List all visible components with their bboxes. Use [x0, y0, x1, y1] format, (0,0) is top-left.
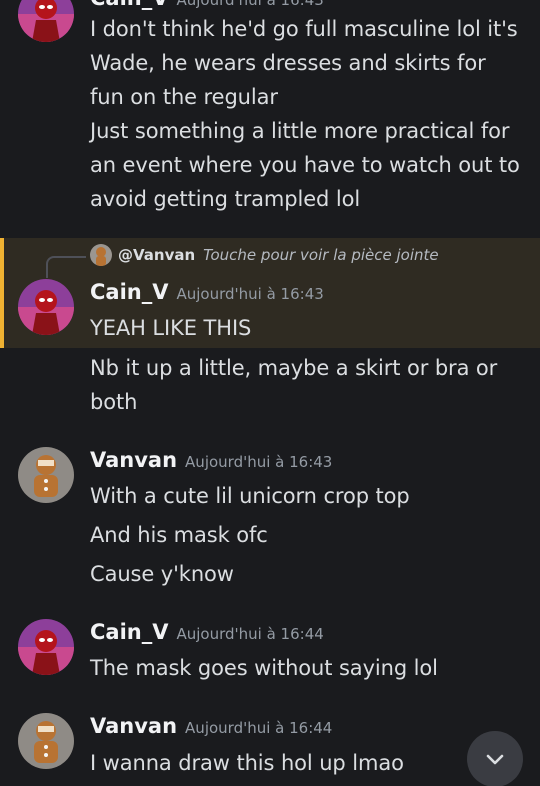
jump-to-latest-button[interactable] [467, 731, 523, 786]
message-line[interactable]: I wanna draw this hol up lmao [90, 746, 404, 780]
message-line[interactable]: YEAH LIKE THIS [90, 311, 251, 345]
message-header: Cain_V Aujourd'hui à 16:43 [90, 0, 324, 12]
username[interactable]: Vanvan [90, 714, 177, 738]
message-line[interactable]: And his mask ofc [90, 518, 268, 552]
avatar-cain[interactable] [18, 619, 74, 675]
message-line[interactable]: an event where you have to watch out to [90, 148, 530, 182]
gingerbread-avatar-icon [18, 713, 74, 769]
message-header: Cain_V Aujourd'hui à 16:43 [90, 280, 324, 304]
timestamp: Aujourd'hui à 16:43 [176, 285, 324, 303]
message-header: Cain_V Aujourd'hui à 16:44 [90, 620, 324, 644]
avatar-cain[interactable] [18, 279, 74, 335]
username[interactable]: Cain_V [90, 620, 168, 644]
message-line[interactable]: I don't think he'd go full masculine lol… [90, 12, 530, 46]
message-line[interactable]: Cause y'know [90, 557, 234, 591]
gingerbread-avatar-icon [90, 244, 112, 266]
deadpool-avatar-icon [18, 279, 74, 335]
message-line[interactable]: The mask goes without saying lol [90, 651, 438, 685]
username[interactable]: Vanvan [90, 448, 177, 472]
timestamp: Aujourd'hui à 16:43 [176, 0, 324, 9]
message-header: Vanvan Aujourd'hui à 16:44 [90, 714, 332, 738]
chevron-down-icon [486, 754, 504, 765]
reply-avatar [90, 244, 112, 266]
message-line[interactable]: Wade, he wears dresses and skirts for [90, 46, 530, 80]
message-line[interactable]: avoid getting trampled lol [90, 182, 530, 216]
message-line[interactable]: With a cute lil unicorn crop top [90, 479, 410, 513]
gingerbread-avatar-icon [18, 447, 74, 503]
deadpool-avatar-icon [18, 0, 74, 42]
timestamp: Aujourd'hui à 16:43 [185, 453, 333, 471]
message-line[interactable]: fun on the regular [90, 80, 530, 114]
avatar-vanvan[interactable] [18, 447, 74, 503]
avatar-cain[interactable] [18, 0, 74, 42]
avatar-vanvan[interactable] [18, 713, 74, 769]
username[interactable]: Cain_V [90, 0, 168, 10]
message-line[interactable]: both [90, 385, 137, 419]
reply-connector [46, 256, 86, 278]
chat-message-list[interactable]: Cain_V Aujourd'hui à 16:43 I don't think… [0, 0, 540, 786]
username[interactable]: Cain_V [90, 280, 168, 304]
timestamp: Aujourd'hui à 16:44 [176, 625, 324, 643]
message-line[interactable]: Just something a little more practical f… [90, 114, 530, 148]
reply-reference[interactable]: @Vanvan Touche pour voir la pièce jointe [90, 244, 439, 266]
message-line[interactable]: Nb it up a little, maybe a skirt or bra … [90, 351, 530, 385]
reply-mention[interactable]: @Vanvan [118, 246, 195, 264]
timestamp: Aujourd'hui à 16:44 [185, 719, 333, 737]
message-header: Vanvan Aujourd'hui à 16:43 [90, 448, 332, 472]
reply-attachment-hint[interactable]: Touche pour voir la pièce jointe [203, 246, 438, 264]
deadpool-avatar-icon [18, 619, 74, 675]
